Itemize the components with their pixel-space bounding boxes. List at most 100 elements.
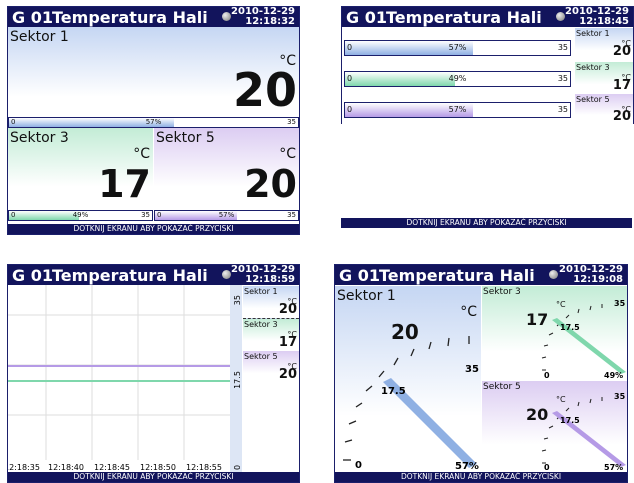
- sector-5-tile[interactable]: Sektor 5 °C 20: [154, 128, 299, 212]
- sector-5-value: 20: [612, 109, 631, 124]
- sector-3-label: Sektor 3: [576, 63, 610, 72]
- footer-hint[interactable]: DOTKNIJ EKRANU ABY POKAZAĆ PRZYCISKI: [8, 472, 299, 482]
- sector-5-value: 20: [278, 367, 297, 382]
- gauge-percent: 49%: [604, 371, 623, 380]
- sector-5-value: 20: [244, 162, 297, 206]
- sector-3-tile[interactable]: Sektor 3 °C 17: [8, 128, 153, 212]
- header-bar: G 01 Temperatura Hali 2010-12-29 12:18:3…: [8, 7, 299, 27]
- x-tick-label: 12:18:55: [186, 463, 222, 472]
- header-datetime: 2010-12-29 12:19:08: [559, 265, 623, 285]
- sector-1-value: 20: [278, 302, 297, 317]
- sector-5-dial: 17.5 35 0 57%: [541, 392, 626, 472]
- bar-percent: 57%: [448, 105, 467, 114]
- header-id: G 01: [12, 266, 53, 285]
- sector-3-bar: 0 49% 35: [344, 71, 571, 87]
- sector-1-bar: 0 57% 35: [344, 40, 571, 56]
- sector-3-value: 17: [98, 162, 151, 206]
- sector-3-dial: 17.5 35 0 49%: [541, 299, 626, 380]
- sector-5-mini[interactable]: Sektor 5 °C 20: [243, 351, 299, 383]
- header-bar: G 01 Temperatura Hali 2010-12-29 12:18:4…: [342, 7, 633, 27]
- trend-chart[interactable]: 35 17.5 0 12:18:35 12:18:40 12:18:45 12:…: [8, 285, 242, 472]
- footer-hint[interactable]: DOTKNIJ EKRANU ABY POKAZAĆ PRZYCISKI: [8, 224, 299, 234]
- bar-max: 35: [557, 74, 568, 83]
- gauge-percent: 57%: [604, 463, 623, 472]
- gauge-mid-label: 17.5: [560, 323, 580, 332]
- gauge-max-label: 35: [614, 392, 626, 401]
- sector-1-value: 20: [232, 63, 297, 117]
- bar-max: 35: [557, 105, 568, 114]
- sector-1-gauge[interactable]: Sektor 1 °C 20 17.5 35 0 57%: [335, 286, 481, 472]
- sector-1-mini[interactable]: Sektor 1 °C 20: [575, 28, 633, 60]
- screen-gauges[interactable]: G 01 Temperatura Hali 2010-12-29 12:19:0…: [334, 264, 628, 483]
- x-tick-label: 12:18:45: [94, 463, 130, 472]
- sector-5-label: Sektor 5: [244, 352, 278, 361]
- sector-3-mini[interactable]: Sektor 3 °C 17: [243, 319, 299, 350]
- sector-1-label: Sektor 1: [244, 287, 278, 296]
- header-datetime: 2010-12-29 12:18:59: [231, 265, 295, 285]
- bar-percent: 49%: [448, 74, 467, 83]
- gauge-percent: 57%: [455, 461, 479, 472]
- sector-5-bar: 0 57% 35: [154, 210, 299, 221]
- header-time: 12:18:32: [245, 16, 295, 27]
- gauge-min-label: 0: [355, 460, 362, 471]
- header-title: Temperatura Hali: [52, 266, 208, 285]
- status-led-icon: [222, 12, 231, 21]
- header-id: G 01: [346, 8, 387, 27]
- header-time: 12:19:08: [573, 274, 623, 285]
- status-led-icon: [222, 270, 231, 279]
- gauge-min-label: 0: [544, 463, 550, 472]
- sector-3-value: 17: [278, 335, 297, 350]
- sector-1-tile[interactable]: Sektor 1 °C 20: [8, 27, 299, 127]
- screen-tiles[interactable]: G 01 Temperatura Hali 2010-12-29 12:18:3…: [7, 6, 300, 235]
- gauge-mid-label: 17.5: [560, 416, 580, 425]
- sector-5-mini[interactable]: Sektor 5 °C 20: [575, 94, 633, 124]
- header-id: G 01: [339, 266, 380, 285]
- y-tick-label: 0: [233, 465, 242, 470]
- x-tick-label: 12:18:40: [48, 463, 84, 472]
- bar-max: 35: [287, 118, 296, 126]
- sector-3-gauge[interactable]: Sektor 3 °C 17 17.5 35 0 49%: [482, 286, 627, 380]
- header-title: Temperatura Hali: [379, 266, 535, 285]
- sector-3-value: 17: [612, 78, 631, 93]
- bar-percent: 57%: [145, 118, 162, 126]
- screen-trend[interactable]: G 01 Temperatura Hali 2010-12-29 12:18:5…: [7, 264, 300, 483]
- header-datetime: 2010-12-29 12:18:32: [231, 7, 295, 27]
- bar-max: 35: [557, 43, 568, 52]
- sector-3-label: Sektor 3: [10, 130, 69, 146]
- header-time: 12:18:59: [245, 274, 295, 285]
- trend-grid: [8, 285, 230, 460]
- sector-3-label: Sektor 3: [244, 320, 278, 329]
- header-id: G 01: [12, 8, 53, 27]
- sector-1-mini[interactable]: Sektor 1 °C 20: [243, 286, 299, 319]
- sector-1-dial: 17.5 35 0 57%: [343, 336, 479, 472]
- sector-5-unit: °C: [279, 146, 296, 162]
- sector-1-label: Sektor 1: [10, 29, 69, 45]
- x-tick-label: 12:18:50: [140, 463, 176, 472]
- sector-3-mini[interactable]: Sektor 3 °C 17: [575, 62, 633, 94]
- sector-5-gauge[interactable]: Sektor 5 °C 20 17.5 35 0 57%: [482, 381, 627, 472]
- gauge-min-label: 0: [544, 371, 550, 380]
- x-tick-label: 12:18:35: [8, 463, 40, 472]
- gauge-mid-label: 17.5: [381, 386, 406, 397]
- header-title: Temperatura Hali: [52, 8, 208, 27]
- header-bar: G 01 Temperatura Hali 2010-12-29 12:18:5…: [8, 265, 299, 285]
- header-time: 12:18:45: [579, 16, 629, 27]
- screen-bars[interactable]: G 01 Temperatura Hali 2010-12-29 12:18:4…: [341, 6, 634, 124]
- sector-5-label: Sektor 5: [156, 130, 215, 146]
- status-led-icon: [556, 12, 565, 21]
- sector-1-bar: 0 57% 35: [8, 117, 299, 128]
- header-bar: G 01 Temperatura Hali 2010-12-29 12:19:0…: [335, 265, 627, 285]
- bar-percent: 49%: [72, 211, 89, 219]
- sector-1-value: 20: [612, 44, 631, 59]
- sector-5-bar: 0 57% 35: [344, 102, 571, 118]
- gauge-max-label: 35: [465, 364, 479, 375]
- bar-max: 35: [287, 211, 296, 219]
- gauge-max-label: 35: [614, 299, 626, 308]
- footer-hint-bars[interactable]: DOTKNIJ EKRANU ABY POKAZAĆ PRZYCISKI: [341, 218, 632, 228]
- header-datetime: 2010-12-29 12:18:45: [565, 7, 629, 27]
- sector-3-unit: °C: [133, 146, 150, 162]
- footer-hint[interactable]: DOTKNIJ EKRANU ABY POKAZAĆ PRZYCISKI: [335, 472, 627, 482]
- sector-3-bar: 0 49% 35: [8, 210, 153, 221]
- bar-max: 35: [141, 211, 150, 219]
- bar-percent: 57%: [448, 43, 467, 52]
